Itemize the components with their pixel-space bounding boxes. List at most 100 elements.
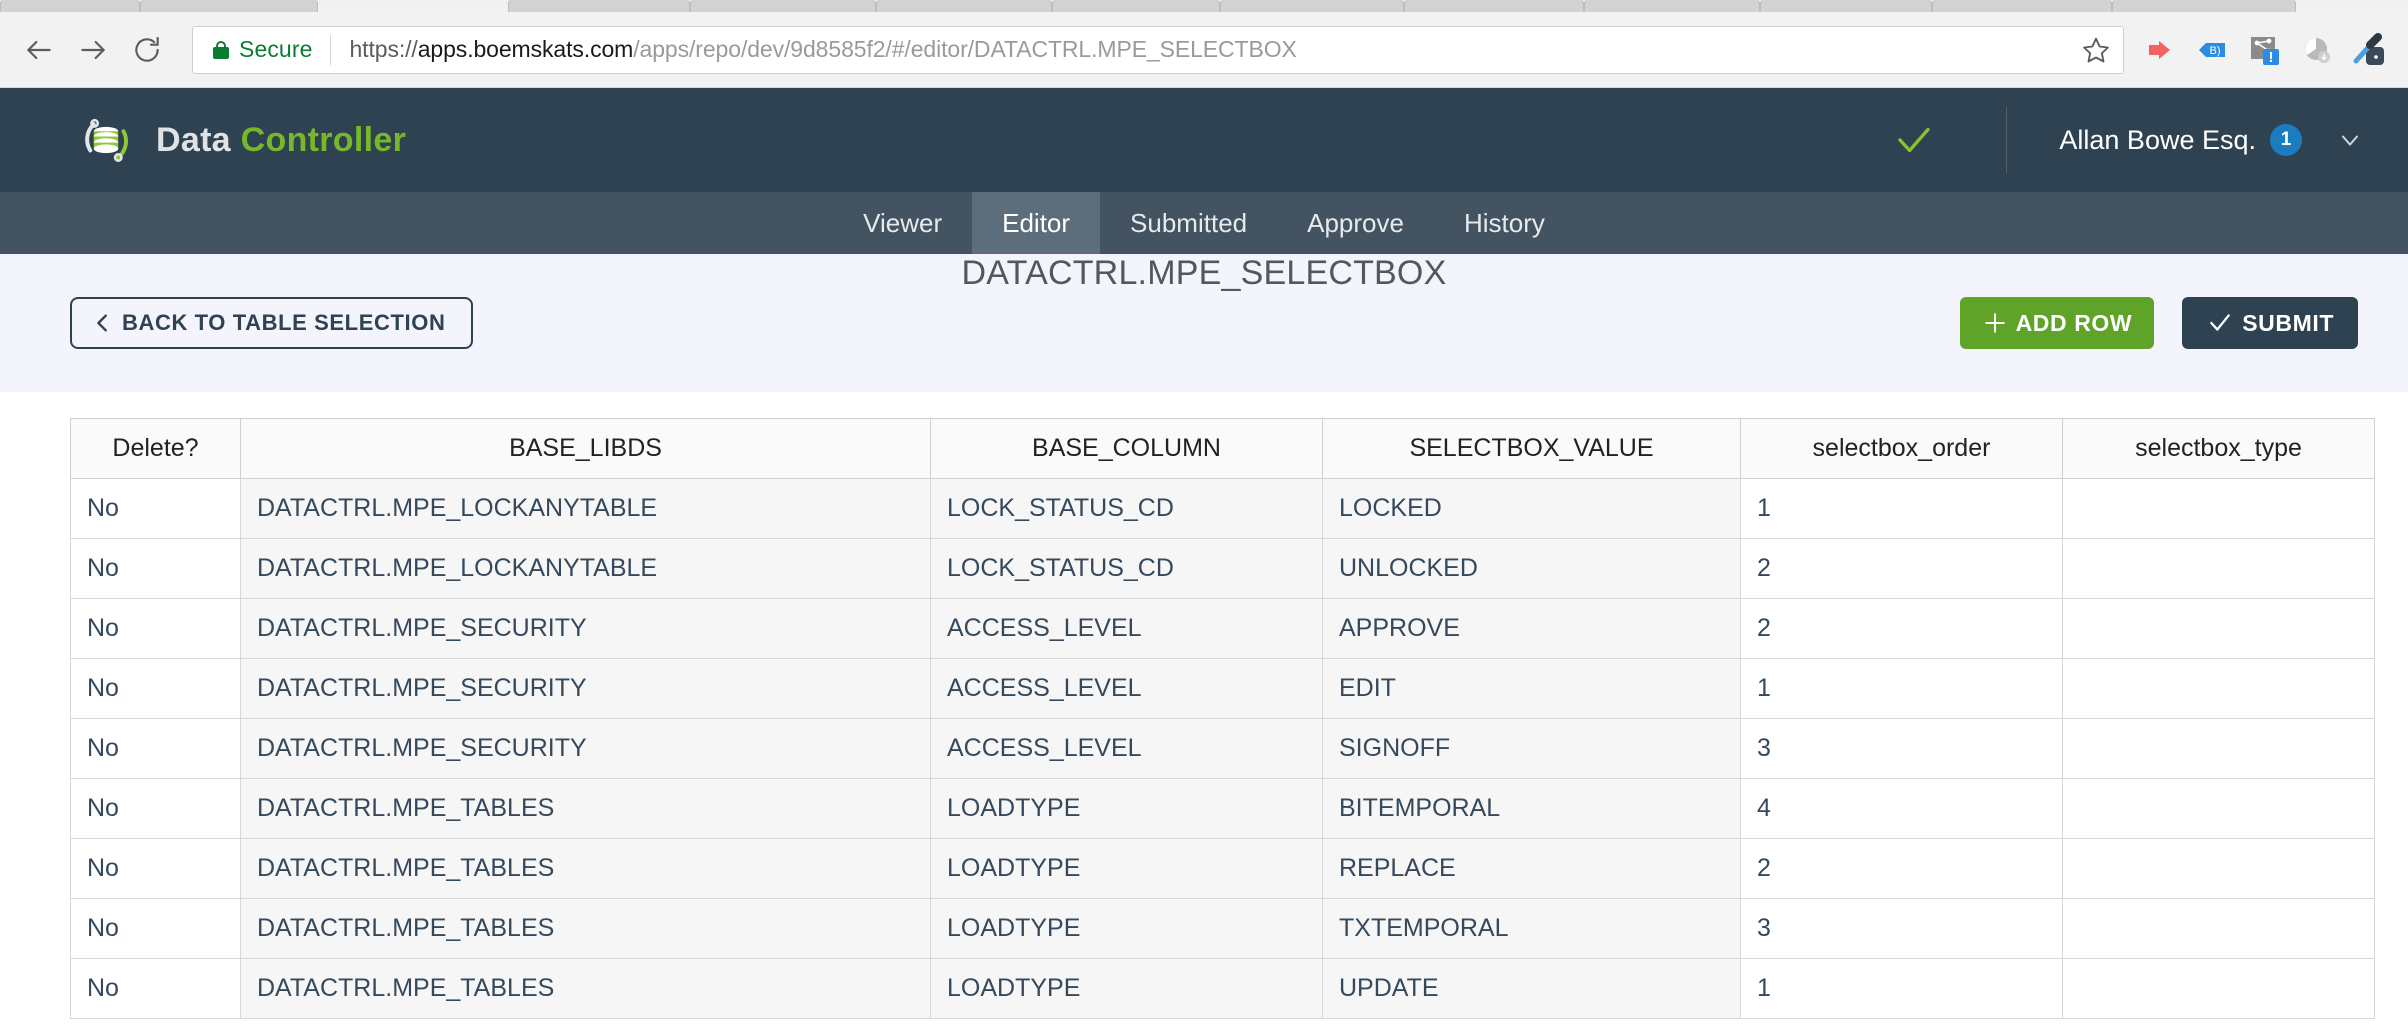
browser-tab[interactable]	[1760, 0, 1932, 12]
user-menu[interactable]: Allan Bowe Esq. 1	[2059, 124, 2364, 156]
red-arrow-extension-button[interactable]	[2136, 25, 2186, 75]
table-row[interactable]: No DATACTRL.MPE_TABLES LOADTYPE REPLACE …	[70, 838, 2375, 899]
cell-selectbox-value: UPDATE	[1322, 958, 1741, 1019]
cell-selectbox-order[interactable]: 4	[1740, 778, 2063, 839]
reload-icon	[135, 36, 159, 62]
selectbox-data-table: Delete? BASE_LIBDS BASE_COLUMN SELECTBOX…	[70, 418, 2375, 1019]
browser-tab[interactable]	[690, 0, 876, 12]
cell-delete[interactable]: No	[70, 478, 241, 539]
tab-editor[interactable]: Editor	[972, 192, 1101, 254]
cell-base-libds: DATACTRL.MPE_SECURITY	[240, 598, 931, 659]
column-header-base-libds[interactable]: BASE_LIBDS	[240, 418, 931, 479]
screwdriver-extension-button[interactable]	[2344, 25, 2394, 75]
cell-selectbox-type[interactable]	[2062, 718, 2375, 779]
browser-tab[interactable]	[0, 0, 140, 12]
cell-selectbox-order[interactable]: 1	[1740, 958, 2063, 1019]
browser-tab-strip	[0, 0, 2408, 12]
connection-status-button[interactable]	[1884, 110, 1944, 170]
brand[interactable]: Data Controller	[78, 112, 406, 168]
table-row[interactable]: No DATACTRL.MPE_TABLES LOADTYPE UPDATE 1	[70, 958, 2375, 1019]
cell-delete[interactable]: No	[70, 598, 241, 659]
forward-button[interactable]	[66, 23, 120, 77]
browser-tab[interactable]	[1404, 0, 1584, 12]
blue-tag-extension-button[interactable]: B)	[2188, 25, 2238, 75]
plus-icon	[1984, 313, 2005, 333]
cell-selectbox-order[interactable]: 1	[1740, 658, 2063, 719]
chevron-down-icon	[2336, 126, 2364, 154]
cell-selectbox-type[interactable]	[2062, 958, 2375, 1019]
cell-selectbox-order[interactable]: 3	[1740, 898, 2063, 959]
brand-title: Data Controller	[156, 121, 406, 160]
security-label: Secure	[239, 36, 313, 62]
cell-delete[interactable]: No	[70, 898, 241, 959]
cell-selectbox-order[interactable]: 2	[1740, 538, 2063, 599]
address-bar[interactable]: Secure https://apps.boemskats.com/apps/r…	[192, 25, 2124, 74]
table-row[interactable]: No DATACTRL.MPE_SECURITY ACCESS_LEVEL ED…	[70, 658, 2375, 719]
back-to-table-selection-button[interactable]: BACK TO TABLE SELECTION	[70, 297, 474, 349]
table-row[interactable]: No DATACTRL.MPE_SECURITY ACCESS_LEVEL SI…	[70, 718, 2375, 779]
cell-selectbox-value: UNLOCKED	[1322, 538, 1741, 599]
table-row[interactable]: No DATACTRL.MPE_LOCKANYTABLE LOCK_STATUS…	[70, 478, 2375, 539]
tab-viewer[interactable]: Viewer	[833, 192, 972, 254]
submit-button[interactable]: SUBMIT	[2182, 297, 2358, 349]
cell-delete[interactable]: No	[70, 538, 241, 599]
bookmark-button[interactable]	[2073, 27, 2119, 73]
svg-text:!: !	[2269, 49, 2274, 66]
table-row[interactable]: No DATACTRL.MPE_LOCKANYTABLE LOCK_STATUS…	[70, 538, 2375, 599]
cell-selectbox-order[interactable]: 3	[1740, 718, 2063, 779]
database-refresh-icon	[85, 118, 128, 162]
circle-download-extension-button[interactable]	[2292, 25, 2342, 75]
cell-selectbox-type[interactable]	[2062, 538, 2375, 599]
cell-selectbox-type[interactable]	[2062, 478, 2375, 539]
cell-selectbox-type[interactable]	[2062, 898, 2375, 959]
circle-download-extension-icon	[2305, 37, 2330, 63]
cell-selectbox-order[interactable]: 1	[1740, 478, 2063, 539]
cell-selectbox-value: TXTEMPORAL	[1322, 898, 1741, 959]
browser-tab[interactable]	[508, 0, 690, 12]
cell-selectbox-value: LOCKED	[1322, 478, 1741, 539]
cell-delete[interactable]: No	[70, 778, 241, 839]
submit-label: SUBMIT	[2242, 309, 2334, 336]
browser-tab[interactable]	[140, 0, 318, 12]
cell-delete[interactable]: No	[70, 658, 241, 719]
editor-toolbar-surface: DATACTRL.MPE_SELECTBOX BACK TO TABLE SEL…	[0, 254, 2408, 392]
cell-selectbox-type[interactable]	[2062, 838, 2375, 899]
column-header-selectbox-order[interactable]: selectbox_order	[1740, 418, 2063, 479]
app-header: Data Controller Allan Bowe Esq. 1	[0, 88, 2408, 192]
red-arrow-extension-icon	[2149, 40, 2170, 59]
cell-base-libds: DATACTRL.MPE_SECURITY	[240, 658, 931, 719]
browser-tab[interactable]	[2112, 0, 2296, 12]
browser-tab[interactable]	[1584, 0, 1760, 12]
tab-approve[interactable]: Approve	[1277, 192, 1434, 254]
browser-tab[interactable]	[876, 0, 1052, 12]
browser-tab[interactable]	[1052, 0, 1220, 12]
browser-tabs	[0, 0, 2408, 12]
tab-history[interactable]: History	[1434, 192, 1575, 254]
cell-selectbox-type[interactable]	[2062, 598, 2375, 659]
reload-button[interactable]	[120, 23, 174, 77]
tab-submitted[interactable]: Submitted	[1100, 192, 1277, 254]
editor-toolbar: BACK TO TABLE SELECTION ADD ROW SUBMIT	[0, 254, 2408, 392]
cell-selectbox-order[interactable]: 2	[1740, 838, 2063, 899]
column-header-selectbox-value[interactable]: SELECTBOX_VALUE	[1322, 418, 1741, 479]
cell-delete[interactable]: No	[70, 718, 241, 779]
browser-tab[interactable]	[1220, 0, 1404, 12]
table-header: Delete? BASE_LIBDS BASE_COLUMN SELECTBOX…	[70, 418, 2375, 479]
arrow-left-icon	[27, 40, 51, 59]
cell-selectbox-type[interactable]	[2062, 658, 2375, 719]
cell-delete[interactable]: No	[70, 838, 241, 899]
column-header-delete[interactable]: Delete?	[70, 418, 241, 479]
sitemap-extension-button[interactable]: !	[2240, 25, 2290, 75]
table-row[interactable]: No DATACTRL.MPE_TABLES LOADTYPE TXTEMPOR…	[70, 898, 2375, 959]
cell-selectbox-type[interactable]	[2062, 778, 2375, 839]
cell-delete[interactable]: No	[70, 958, 241, 1019]
url-text: https://apps.boemskats.com/apps/repo/dev…	[349, 36, 1296, 63]
column-header-base-column[interactable]: BASE_COLUMN	[930, 418, 1323, 479]
add-row-button[interactable]: ADD ROW	[1959, 297, 2155, 349]
table-row[interactable]: No DATACTRL.MPE_TABLES LOADTYPE BITEMPOR…	[70, 778, 2375, 839]
browser-tab[interactable]	[1932, 0, 2112, 12]
table-row[interactable]: No DATACTRL.MPE_SECURITY ACCESS_LEVEL AP…	[70, 598, 2375, 659]
cell-selectbox-order[interactable]: 2	[1740, 598, 2063, 659]
back-button[interactable]	[12, 23, 66, 77]
column-header-selectbox-type[interactable]: selectbox_type	[2062, 418, 2375, 479]
